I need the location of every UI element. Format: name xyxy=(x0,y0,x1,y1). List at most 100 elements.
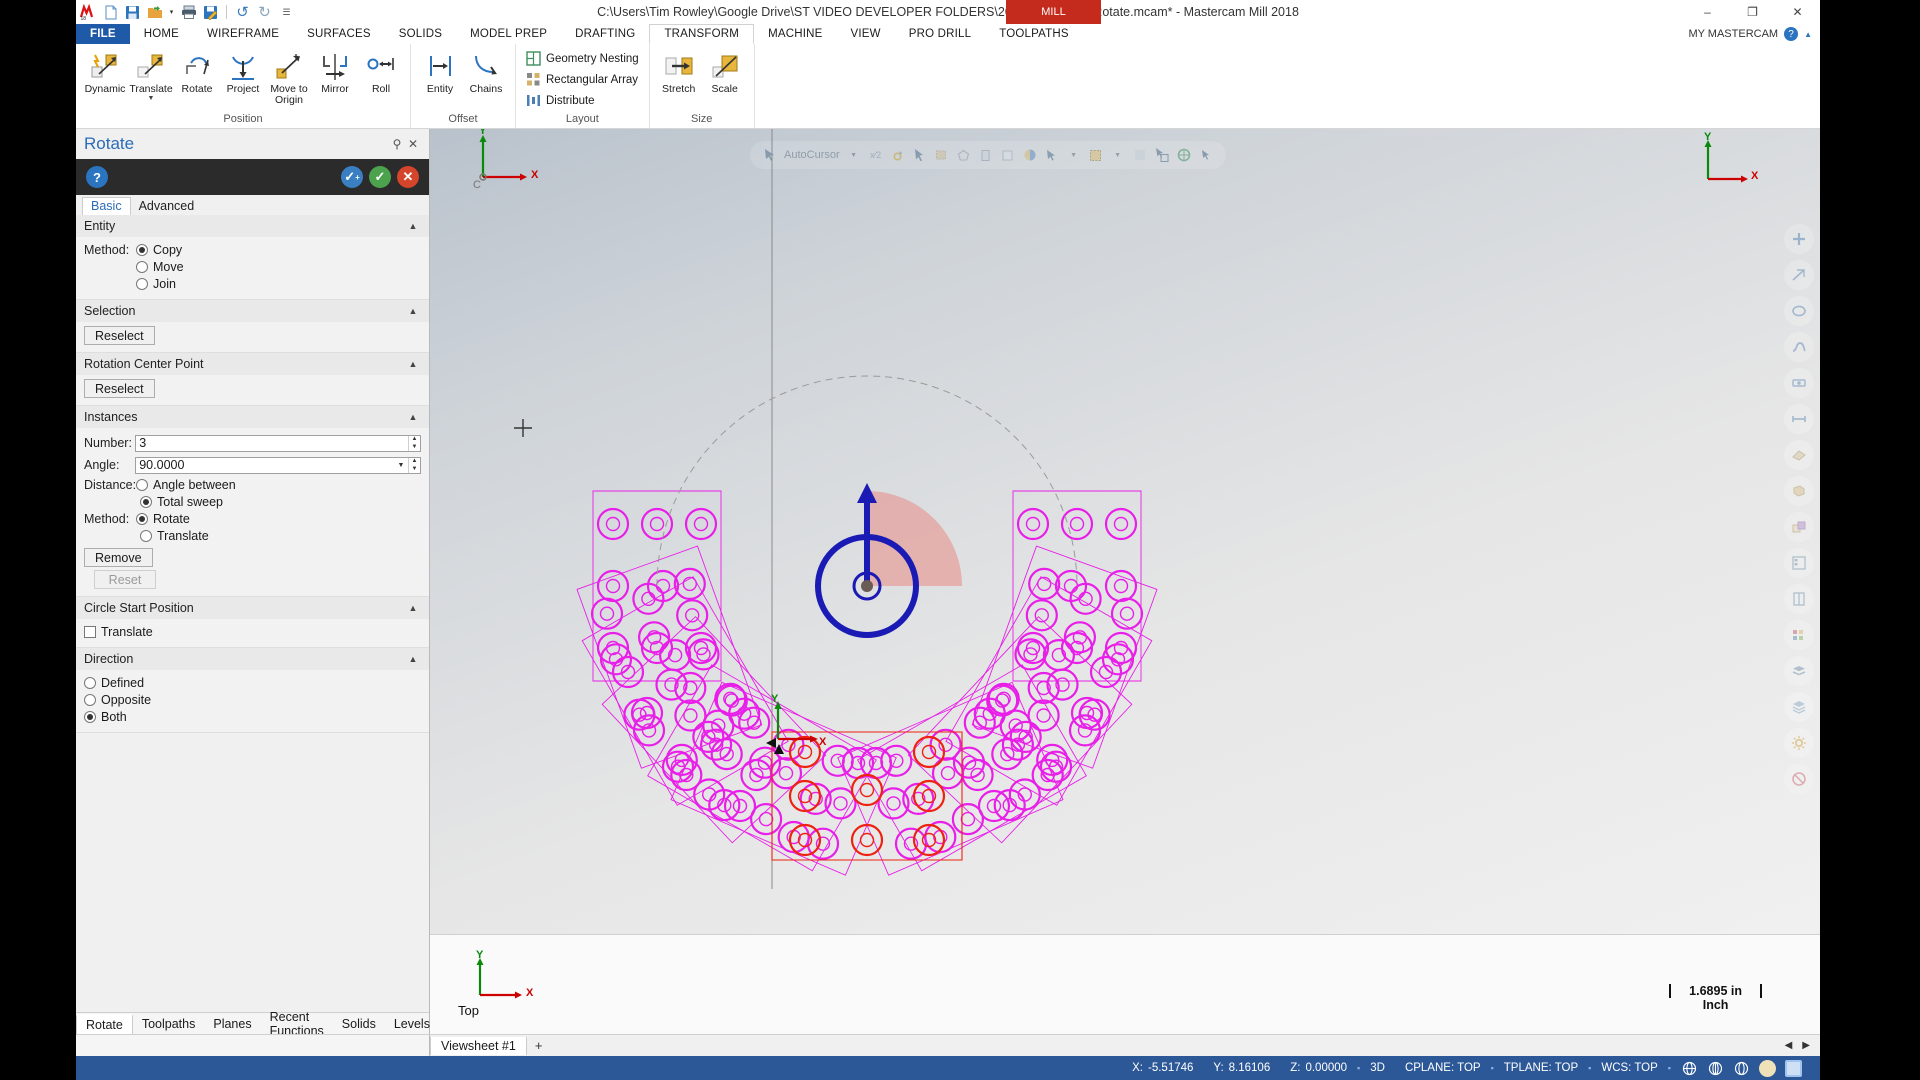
section-rotation-center-point-header[interactable]: Rotation Center Point ▲ xyxy=(76,353,429,375)
ribbon-button-entity[interactable]: Entity xyxy=(417,48,463,97)
panel-bottom-tab-rotate[interactable]: Rotate xyxy=(76,1013,133,1034)
instances-remove-button[interactable]: Remove xyxy=(84,548,153,567)
chevron-up-icon[interactable]: ▲ xyxy=(405,409,421,425)
save-as-icon[interactable] xyxy=(201,3,220,22)
gear-icon[interactable] xyxy=(1784,728,1814,758)
panel-tab-advanced[interactable]: Advanced xyxy=(131,198,203,215)
radio-distance-angle-between[interactable] xyxy=(136,478,148,491)
section-circle-start-position-header[interactable]: Circle Start Position ▲ xyxy=(76,597,429,619)
iso-view-icon[interactable] xyxy=(1784,512,1814,542)
ok-icon[interactable]: ✓ xyxy=(369,166,391,188)
ribbon-button-rotate[interactable]: Rotate xyxy=(174,48,220,97)
radio-entity-copy[interactable] xyxy=(136,243,148,256)
globe-tplane-icon[interactable] xyxy=(1707,1060,1724,1077)
radio-distance-total-sweep[interactable] xyxy=(140,495,152,508)
ribbon-tab-view[interactable]: VIEW xyxy=(837,24,895,44)
status-wcs[interactable]: WCS: TOP xyxy=(1591,1062,1667,1074)
blank-icon[interactable] xyxy=(1784,764,1814,794)
instances-number-stepper[interactable]: ▲ ▼ xyxy=(408,435,420,451)
dynamic-rotate-icon[interactable] xyxy=(1784,332,1814,362)
right-view-icon[interactable] xyxy=(1784,620,1814,650)
ribbon-item-distribute[interactable]: Distribute xyxy=(522,90,599,111)
viewsheet-tab[interactable]: Viewsheet #1 xyxy=(430,1036,527,1055)
my-mastercam-label[interactable]: MY MASTERCAM xyxy=(1688,28,1778,40)
levels-icon[interactable] xyxy=(1784,656,1814,686)
instances-angle-stepper[interactable]: ▲ ▼ xyxy=(408,457,420,473)
status-cplane[interactable]: CPLANE: TOP xyxy=(1395,1062,1491,1074)
cancel-icon[interactable]: ✕ xyxy=(397,166,419,188)
radio-direction-both[interactable] xyxy=(84,710,96,723)
redo-icon[interactable]: ↻ xyxy=(255,3,274,22)
ribbon-tab-machine[interactable]: MACHINE xyxy=(754,24,836,44)
ribbon-button-dropdown-icon[interactable]: ▼ xyxy=(148,95,155,102)
ribbon-button-roll[interactable]: Roll xyxy=(358,48,404,97)
save-icon[interactable] xyxy=(123,3,142,22)
ribbon-tab-toolpaths[interactable]: TOOLPATHS xyxy=(985,24,1083,44)
chevron-up-icon[interactable]: ▲ xyxy=(405,356,421,372)
section-instances-header[interactable]: Instances ▲ xyxy=(76,406,429,428)
wire-toggle-icon[interactable] xyxy=(1785,1059,1802,1077)
panel-bottom-tab-toolpaths[interactable]: Toolpaths xyxy=(133,1015,205,1033)
viewsheet-next-button[interactable]: ▶ xyxy=(1802,1040,1810,1051)
instances-angle-field[interactable]: 90.0000 ▼ ▲ ▼ xyxy=(135,456,421,474)
radio-direction-defined[interactable] xyxy=(84,676,96,689)
chevron-up-icon[interactable]: ▲ xyxy=(405,218,421,234)
radio-method-rotate[interactable] xyxy=(136,512,148,525)
ribbon-tab-surfaces[interactable]: SURFACES xyxy=(293,24,385,44)
ribbon-tab-model-prep[interactable]: MODEL PREP xyxy=(456,24,561,44)
instances-number-field[interactable]: 3 ▲ ▼ xyxy=(135,434,421,452)
chevron-up-icon[interactable]: ▲ xyxy=(1804,30,1812,39)
zoom-target-icon[interactable] xyxy=(1784,404,1814,434)
ribbon-button-move-to-origin[interactable]: Move to Origin xyxy=(266,48,312,108)
ribbon-tab-file[interactable]: FILE xyxy=(76,24,130,44)
stack-icon[interactable] xyxy=(1784,692,1814,722)
undo-icon[interactable]: ↺ xyxy=(233,3,252,22)
status-mode[interactable]: 3D xyxy=(1360,1062,1395,1074)
ribbon-tab-drafting[interactable]: DRAFTING xyxy=(561,24,649,44)
add-viewsheet-button[interactable]: + xyxy=(527,1038,551,1053)
ribbon-tab-wireframe[interactable]: WIREFRAME xyxy=(193,24,293,44)
radio-entity-join[interactable] xyxy=(136,277,148,290)
close-icon[interactable]: ✕ xyxy=(405,134,421,154)
open-icon[interactable] xyxy=(145,3,164,22)
status-tplane[interactable]: TPLANE: TOP xyxy=(1494,1062,1588,1074)
fit-icon[interactable] xyxy=(1784,224,1814,254)
apply-and-create-new-icon[interactable]: ✓ + xyxy=(341,166,363,188)
section-direction-header[interactable]: Direction ▲ xyxy=(76,648,429,670)
globe-cplane-icon[interactable] xyxy=(1681,1060,1698,1077)
ribbon-item-geometry-nesting[interactable]: Geometry Nesting xyxy=(522,48,643,69)
ribbon-button-translate[interactable]: Translate ▼ xyxy=(128,48,174,104)
help-icon[interactable]: ? xyxy=(86,166,108,188)
selection-reselect-button[interactable]: Reselect xyxy=(84,326,155,345)
ribbon-tab-transform[interactable]: TRANSFORM xyxy=(649,24,755,44)
unzoom-icon[interactable] xyxy=(1784,260,1814,290)
globe-wcs-icon[interactable] xyxy=(1733,1060,1750,1077)
radio-method-translate[interactable] xyxy=(140,529,152,542)
ribbon-item-rectangular-array[interactable]: Rectangular Array xyxy=(522,69,642,90)
customize-qat-icon[interactable]: ☰ xyxy=(277,3,296,22)
front-view-icon[interactable] xyxy=(1784,548,1814,578)
maximize-button[interactable]: ❐ xyxy=(1730,0,1775,24)
instances-angle-dropdown-icon[interactable]: ▼ xyxy=(394,462,408,469)
print-icon[interactable] xyxy=(179,3,198,22)
ribbon-button-stretch[interactable]: Stretch xyxy=(656,48,702,97)
instances-reset-button[interactable]: Reset xyxy=(94,570,156,589)
top-view-icon[interactable] xyxy=(1784,584,1814,614)
ribbon-button-mirror[interactable]: Mirror xyxy=(312,48,358,97)
radio-entity-move[interactable] xyxy=(136,260,148,273)
minimize-button[interactable]: – xyxy=(1685,0,1730,24)
help-icon[interactable]: ? xyxy=(1784,27,1799,41)
zoom-window-icon[interactable] xyxy=(1784,296,1814,326)
chevron-up-icon[interactable]: ▲ xyxy=(405,651,421,667)
section-selection-header[interactable]: Selection ▲ xyxy=(76,300,429,322)
ribbon-button-chains[interactable]: Chains xyxy=(463,48,509,97)
ribbon-button-scale[interactable]: Scale xyxy=(702,48,748,97)
rotation-center-reselect-button[interactable]: Reselect xyxy=(84,379,155,398)
new-file-icon[interactable] xyxy=(101,3,120,22)
ribbon-button-project[interactable]: Project xyxy=(220,48,266,97)
ribbon-tab-home[interactable]: HOME xyxy=(130,24,193,44)
ribbon-tab-solids[interactable]: SOLIDS xyxy=(385,24,456,44)
graphics-viewport[interactable]: AutoCursor ▼ x⁄2 ▼ ▼ Y X C Y X Y X Y X T… xyxy=(430,129,1820,1034)
panel-bottom-tab-planes[interactable]: Planes xyxy=(204,1015,260,1033)
ribbon-tab-pro-drill[interactable]: PRO DRILL xyxy=(895,24,986,44)
